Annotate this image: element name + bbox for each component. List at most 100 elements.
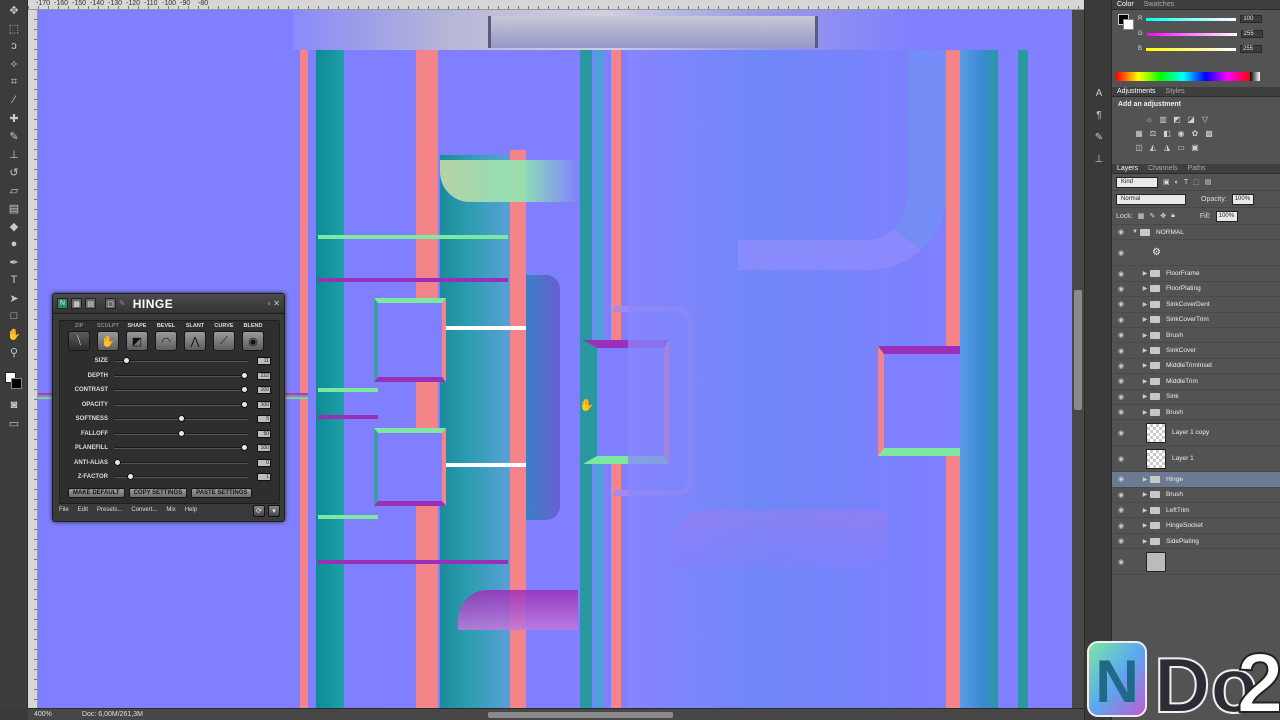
layer-row[interactable]: ◉ ▶ Hinge xyxy=(1112,472,1280,488)
brush-tool-icon[interactable]: ✎ xyxy=(3,128,25,144)
pen-tool-icon[interactable]: ✒ xyxy=(3,254,25,270)
tab-paths[interactable]: Paths xyxy=(1188,165,1206,172)
photo-filter-icon[interactable]: ◉ xyxy=(1176,128,1186,138)
zoom-level[interactable]: 400% xyxy=(34,711,52,718)
visibility-eye-icon[interactable]: ◉ xyxy=(1112,285,1130,293)
exposure-icon[interactable]: ◪ xyxy=(1186,114,1196,124)
background-color-swatch[interactable] xyxy=(11,378,22,389)
gradient-tool-icon[interactable]: ▤ xyxy=(3,200,25,216)
vibrance-icon[interactable]: ▽ xyxy=(1200,114,1210,124)
expand-right-icon[interactable]: ▶ xyxy=(1140,316,1150,323)
lock-pixels-icon[interactable]: ▦ xyxy=(1138,212,1145,220)
tab-color[interactable]: Color xyxy=(1117,1,1134,8)
paste-settings-button[interactable]: PASTE SETTINGS xyxy=(191,487,253,498)
slider-track[interactable] xyxy=(114,371,248,379)
blend-mode-select[interactable]: Normal xyxy=(1116,193,1186,205)
slider-knob[interactable] xyxy=(241,371,248,379)
ndo-mode-blend[interactable]: BLEND ◉ xyxy=(241,323,265,351)
blur-tool-icon[interactable]: ◆ xyxy=(3,218,25,234)
color-lookup-icon[interactable]: ▩ xyxy=(1204,128,1214,138)
expand-right-icon[interactable]: ▶ xyxy=(1140,378,1150,385)
visibility-eye-icon[interactable]: ◉ xyxy=(1112,429,1130,437)
ndo-mode-sculpt[interactable]: SCULPT ✋ xyxy=(96,323,120,351)
expand-right-icon[interactable]: ▶ xyxy=(1140,301,1150,308)
visibility-eye-icon[interactable]: ◉ xyxy=(1112,393,1130,401)
visibility-eye-icon[interactable]: ◉ xyxy=(1112,537,1130,545)
tab-styles[interactable]: Styles xyxy=(1166,88,1185,95)
visibility-eye-icon[interactable]: ◉ xyxy=(1112,506,1130,514)
slider-value[interactable]: 5 xyxy=(257,415,271,424)
lasso-tool-icon[interactable]: ↄ xyxy=(3,38,25,54)
shape-gradient-icon[interactable]: ◩ xyxy=(126,331,148,351)
color-balance-icon[interactable]: ⚖ xyxy=(1148,128,1158,138)
expand-right-icon[interactable]: ▶ xyxy=(1140,347,1150,354)
expand-right-icon[interactable]: ▶ xyxy=(1140,332,1150,339)
layer-row[interactable]: ◉ ▶ Sink xyxy=(1112,390,1280,405)
slider-track[interactable] xyxy=(114,473,248,481)
visibility-eye-icon[interactable]: ◉ xyxy=(1112,300,1130,308)
slant-peak-icon[interactable]: ⋀ xyxy=(184,331,206,351)
slider-knob[interactable] xyxy=(241,386,248,394)
slider-track[interactable] xyxy=(114,429,248,437)
slider-value[interactable]: 100 xyxy=(257,444,271,453)
layer-row[interactable]: ◉ ▶ Brush xyxy=(1112,328,1280,344)
move-tool-icon[interactable]: ✥ xyxy=(3,2,25,18)
marquee-tool-icon[interactable]: ⬚ xyxy=(3,20,25,36)
channel-g-slider[interactable] xyxy=(1146,32,1237,36)
ndo-settings-icon[interactable]: ▦ xyxy=(71,298,82,309)
layer-row[interactable]: ◉ ▶ SinkCover xyxy=(1112,343,1280,359)
dropdown-icon[interactable]: ▾ xyxy=(268,505,280,517)
slider-track[interactable] xyxy=(114,386,248,394)
layer-row[interactable]: ◉ ▶ MiddleTrimInset xyxy=(1112,359,1280,375)
expand-down-icon[interactable]: ▼ xyxy=(1130,229,1140,235)
eyedropper-tool-icon[interactable]: ⁄ xyxy=(3,92,25,108)
filter-pixel-icon[interactable]: ▣ xyxy=(1163,178,1170,186)
filter-smart-object-icon[interactable]: ▤ xyxy=(1205,178,1212,186)
magic-wand-tool-icon[interactable]: ✧ xyxy=(3,56,25,72)
layer-row[interactable]: ◉ ▶ Brush xyxy=(1112,488,1280,504)
visibility-eye-icon[interactable]: ◉ xyxy=(1112,491,1130,499)
channel-b-slider[interactable] xyxy=(1146,47,1237,51)
gradient-map-icon[interactable]: ▭ xyxy=(1176,142,1186,152)
slider-track[interactable] xyxy=(114,415,248,423)
lock-image-icon[interactable]: ✎ xyxy=(1149,212,1155,220)
channel-r-value[interactable]: 100 xyxy=(1240,15,1263,23)
layer-row-background[interactable]: ◉ xyxy=(1112,549,1280,576)
close-icon[interactable]: ✕ xyxy=(273,299,280,308)
slider-knob[interactable] xyxy=(241,444,248,452)
slider-knob[interactable] xyxy=(241,400,248,408)
slider-knob[interactable] xyxy=(126,473,134,481)
eraser-tool-icon[interactable]: ▱ xyxy=(3,182,25,198)
type-tool-icon[interactable]: T xyxy=(3,272,25,288)
expand-right-icon[interactable]: ▶ xyxy=(1140,285,1150,292)
visibility-eye-icon[interactable]: ◉ xyxy=(1112,270,1130,278)
visibility-eye-icon[interactable]: ◉ xyxy=(1112,347,1130,355)
slider-knob[interactable] xyxy=(177,429,185,437)
blend-circle-icon[interactable]: ◉ xyxy=(242,331,264,351)
ndo-preview-icon[interactable]: ▢ xyxy=(105,298,116,309)
slider-value[interactable]: 50 xyxy=(257,429,271,438)
slider-track[interactable] xyxy=(114,357,248,365)
brightness-icon[interactable]: ☼ xyxy=(1144,114,1154,124)
visibility-eye-icon[interactable]: ◉ xyxy=(1112,316,1130,324)
screen-mode-icon[interactable]: ▭ xyxy=(3,415,25,431)
lock-all-icon[interactable]: 🔒︎ xyxy=(1171,212,1175,220)
layer-group-normal[interactable]: ◉ ▼ NORMAL xyxy=(1112,225,1280,241)
zip-icon[interactable]: ⧹ xyxy=(68,331,90,351)
dodge-tool-icon[interactable]: ● xyxy=(3,236,25,252)
path-selection-tool-icon[interactable]: ➤ xyxy=(3,290,25,306)
channel-b-value[interactable]: 255 xyxy=(1240,45,1263,53)
slider-knob[interactable] xyxy=(177,415,185,423)
ndo-title-bar[interactable]: N ▦ ▤ ▢ ✎ HINGE ▫ ✕ xyxy=(53,294,284,314)
slider-value[interactable]: 11 xyxy=(257,357,271,366)
visibility-eye-icon[interactable]: ◉ xyxy=(1112,558,1130,566)
slider-knob[interactable] xyxy=(114,458,121,466)
curve-line-icon[interactable]: ⟋ xyxy=(213,331,235,351)
expand-right-icon[interactable]: ▶ xyxy=(1140,522,1150,529)
expand-right-icon[interactable]: ▶ xyxy=(1140,409,1150,416)
zoom-tool-icon[interactable]: ⚲ xyxy=(3,344,25,360)
vertical-scrollbar[interactable] xyxy=(1072,10,1084,708)
expand-right-icon[interactable]: ▶ xyxy=(1140,393,1150,400)
slider-value[interactable]: 222 xyxy=(257,371,271,380)
color-spectrum[interactable] xyxy=(1116,72,1250,81)
